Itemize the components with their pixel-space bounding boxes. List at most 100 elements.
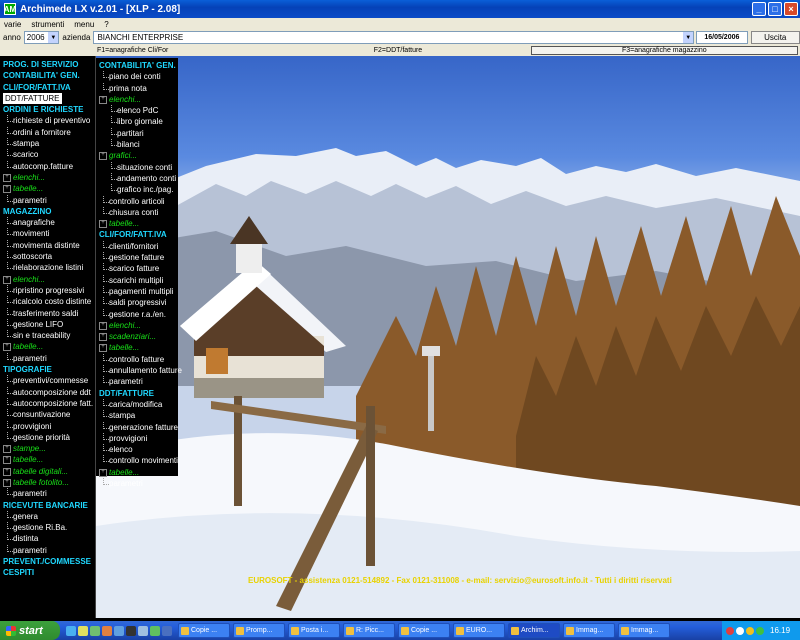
sub-tree-item-provvigioni[interactable]: provvigioni — [96, 432, 178, 444]
anno-select[interactable]: 2006 ▼ — [23, 31, 60, 44]
left-tree-item-ricalcolo-costo-distinte[interactable]: ricalcolo costo distinte — [0, 296, 95, 307]
sub-tree-item-saldi-progressivi[interactable]: saldi progressivi — [96, 297, 178, 308]
sub-tree-item-elenco[interactable]: elenco — [96, 444, 178, 455]
f2-ddt-button[interactable]: F2=DDT/fatture — [265, 47, 530, 54]
left-tree-item-movimenta-distinte[interactable]: movimenta distinte — [0, 239, 95, 251]
sub-tree-item-controllo-articoli[interactable]: controllo articoli — [96, 195, 178, 207]
folder-icon[interactable] — [78, 625, 88, 636]
left-tree-item-consuntivazione[interactable]: consuntivazione — [0, 409, 95, 420]
sub-tree-item-piano-dei-conti[interactable]: piano dei conti — [96, 71, 178, 82]
app-icon[interactable] — [138, 625, 148, 636]
sub-tree-section-cli-for-fatt-iva[interactable]: CLI/FOR/FATT.IVA — [96, 229, 178, 240]
left-tree-item-autocomposizione-fatt[interactable]: autocomposizione fatt. — [0, 397, 95, 409]
left-tree-item-anagrafiche[interactable]: anagrafiche — [0, 217, 95, 228]
left-tree-item-sin-e-traceability[interactable]: sin e traceability — [0, 330, 95, 341]
left-tree-item-scarico[interactable]: scarico — [0, 149, 95, 160]
left-tree-item-gestione-priorit[interactable]: gestione priorità — [0, 431, 95, 443]
maximize-button[interactable]: □ — [768, 2, 782, 16]
menu-strumenti[interactable]: strumenti — [31, 20, 64, 29]
chevron-down-icon[interactable]: ▼ — [48, 32, 59, 43]
taskbar-button[interactable]: Posta i... — [288, 623, 340, 638]
sub-tree-item-bilanci[interactable]: bilanci — [96, 139, 178, 150]
sub-tree-item-gestione-fatture[interactable]: gestione fatture — [96, 252, 178, 263]
sub-tree-item-elenchi[interactable]: elenchi... — [96, 94, 178, 105]
app-icon[interactable] — [102, 625, 112, 636]
left-tree-item-tabelle[interactable]: tabelle... — [0, 183, 95, 194]
sub-tree-item-grafico-inc-pag[interactable]: grafico inc./pag. — [96, 184, 178, 195]
terminal-icon[interactable] — [126, 625, 136, 636]
sub-tree-item-carica-modifica[interactable]: carica/modifica — [96, 398, 178, 410]
taskbar-button[interactable]: Copie ... — [178, 623, 230, 638]
left-tree-section-contabilita-gen[interactable]: CONTABILITA' GEN. — [0, 70, 95, 81]
left-tree-item-gestione-ri-ba[interactable]: gestione Ri.Ba. — [0, 522, 95, 533]
left-tree-item-parametri[interactable]: parametri — [0, 194, 95, 206]
left-tree-item-movimenti[interactable]: movimenti — [0, 228, 95, 239]
taskbar-button[interactable]: EURO... — [453, 623, 505, 638]
left-tree-item-tabelle-digitali[interactable]: tabelle digitali... — [0, 466, 95, 477]
left-tree-item-tabelle[interactable]: tabelle... — [0, 341, 95, 352]
left-tree-item-rielaborazione-listini[interactable]: rielaborazione listini — [0, 262, 95, 273]
left-tree-item-ordini-a-fornitore[interactable]: ordini a fornitore — [0, 126, 95, 138]
sub-tree-item-situazione-conti[interactable]: situazione conti — [96, 161, 178, 173]
tray-icon[interactable] — [746, 626, 754, 635]
sub-tree-item-elenco-pdc[interactable]: elenco PdC — [96, 105, 178, 116]
app-icon[interactable] — [150, 625, 160, 636]
left-tree-item-richieste-di-preventivo[interactable]: richieste di preventivo — [0, 115, 95, 126]
antivirus-icon[interactable] — [726, 626, 734, 635]
sub-tree-item-prima-nota[interactable]: prima nota — [96, 82, 178, 94]
left-tree-item-autocomp-fatture[interactable]: autocomp.fatture — [0, 160, 95, 172]
sub-tree-item-generazione-fatture[interactable]: generazione fatture — [96, 421, 178, 433]
left-tree-section-magazzino[interactable]: MAGAZZINO — [0, 206, 95, 217]
left-tree-item-tabelle[interactable]: tabelle... — [0, 454, 95, 465]
sub-tree-item-scarichi-multipli[interactable]: scarichi multipli — [96, 274, 178, 286]
app-icon[interactable] — [114, 625, 124, 636]
sub-tree-item-andamento-conti[interactable]: andamento conti — [96, 172, 178, 184]
sub-tree-section-ddt-fatture[interactable]: DDT/FATTURE — [96, 388, 178, 399]
sub-tree-item-grafici[interactable]: grafici... — [96, 150, 178, 161]
left-tree-item-preventivi-commesse[interactable]: preventivi/commesse — [0, 375, 95, 386]
f3-magazzino-button[interactable]: F3=anagrafiche magazzino — [530, 46, 798, 55]
menu-help[interactable]: ? — [104, 20, 108, 29]
left-tree-section-ordini-e-richieste[interactable]: ORDINI E RICHIESTE — [0, 104, 95, 115]
left-tree-item-trasferimento-saldi[interactable]: trasferimento saldi — [0, 307, 95, 319]
left-tree-section-prevent-commesse[interactable]: PREVENT./COMMESSE — [0, 556, 95, 567]
sub-tree-item-scadenziari[interactable]: scadenziari... — [96, 331, 178, 342]
app-icon[interactable] — [90, 625, 100, 636]
sub-tree-item-annullamento-fatture[interactable]: annullamento fatture — [96, 365, 182, 376]
left-tree-section-cespiti[interactable]: CESPITI — [0, 567, 95, 578]
left-tree-item-stampe[interactable]: stampe... — [0, 443, 95, 454]
sub-tree-item-elenchi[interactable]: elenchi... — [96, 320, 178, 331]
start-button[interactable]: start — [0, 621, 60, 640]
sub-tree-item-gestione-r-a-en[interactable]: gestione r.a./en. — [96, 308, 178, 320]
left-tree-section-prog-di-servizio[interactable]: PROG. DI SERVIZIO — [0, 59, 95, 70]
sub-tree-item-chiusura-conti[interactable]: chiusura conti — [96, 206, 178, 218]
sub-tree-item-libro-giornale[interactable]: libro giornale — [96, 116, 178, 127]
sub-tree-item-stampa[interactable]: stampa — [96, 410, 178, 421]
tray-icon[interactable] — [756, 626, 764, 635]
sub-tree-item-parametri[interactable]: parametri — [96, 376, 178, 387]
taskbar-button[interactable]: Immag... — [618, 623, 670, 638]
left-tree-item-sottoscorta[interactable]: sottoscorta — [0, 251, 95, 262]
left-tree-item-autocomposizione-ddt[interactable]: autocomposizione ddt — [0, 386, 95, 398]
menu-varie[interactable]: varie — [4, 20, 21, 29]
sub-tree-item-tabelle[interactable]: tabelle... — [96, 467, 178, 478]
left-tree-item-distinta[interactable]: distinta — [0, 533, 95, 544]
sub-tree-item-parametri[interactable]: parametri — [96, 477, 178, 489]
sub-tree-item-partitari[interactable]: partitari — [96, 127, 178, 139]
uscita-button[interactable]: Uscita — [750, 31, 800, 44]
minimize-button[interactable]: _ — [752, 2, 766, 16]
network-icon[interactable] — [736, 626, 744, 635]
f1-anagrafiche-button[interactable]: F1=anagrafiche Cli/For — [0, 47, 265, 54]
left-tree-item-elenchi[interactable]: elenchi... — [0, 172, 95, 183]
left-tree-section-tipografie[interactable]: TIPOGRAFIE — [0, 364, 95, 375]
sub-tree-item-scarico-fatture[interactable]: scarico fatture — [96, 263, 178, 274]
sub-tree-item-tabelle[interactable]: tabelle... — [96, 342, 178, 353]
sub-tree-item-pagamenti-multipli[interactable]: pagamenti multipli — [96, 285, 178, 297]
left-tree-section-cli-for-fatt-iva[interactable]: CLI/FOR/FATT.IVA — [0, 82, 95, 93]
taskbar-button[interactable]: Immag... — [563, 623, 615, 638]
sub-tree-item-tabelle[interactable]: tabelle... — [96, 218, 178, 229]
taskbar-button[interactable]: Copie ... — [398, 623, 450, 638]
left-tree-item-parametri[interactable]: parametri — [0, 544, 95, 556]
left-tree-item-parametri[interactable]: parametri — [0, 352, 95, 364]
azienda-select[interactable]: BIANCHI ENTERPRISE ▼ — [93, 31, 695, 44]
